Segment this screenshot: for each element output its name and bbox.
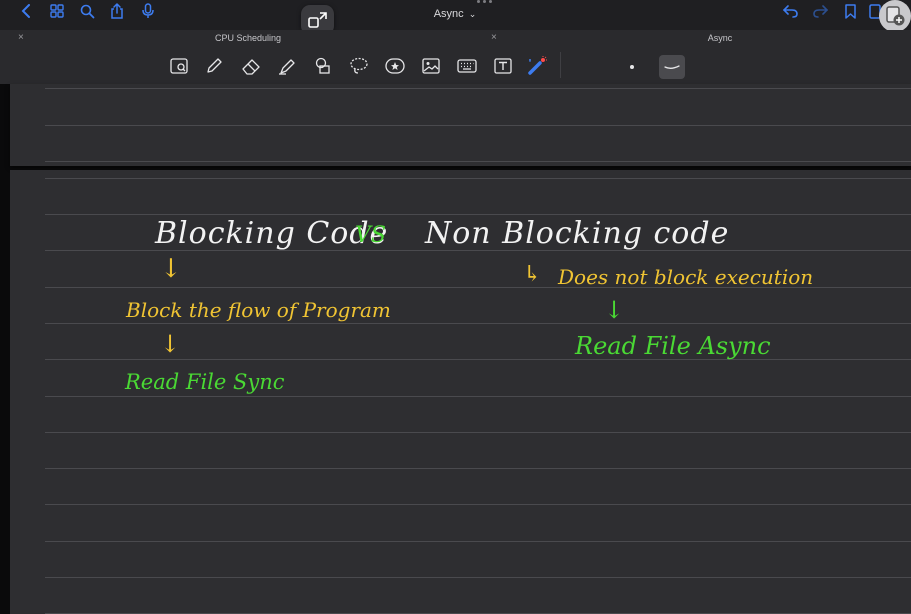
stroke-size-medium[interactable] xyxy=(659,55,685,79)
zoom-window-tool[interactable] xyxy=(168,55,190,77)
highlighter-tool[interactable] xyxy=(276,55,298,77)
text-tool[interactable] xyxy=(492,55,514,77)
laser-pointer-icon xyxy=(528,56,547,75)
ruled-line xyxy=(45,161,911,162)
drawing-toolbar xyxy=(0,46,911,84)
arrow-down-right: ↓ xyxy=(604,296,625,324)
ruled-line xyxy=(45,432,911,433)
add-collaborator-button[interactable] xyxy=(879,0,911,32)
ruled-line xyxy=(45,88,911,89)
tab-close-button[interactable]: × xyxy=(18,32,24,43)
zoom-window-icon xyxy=(170,58,188,74)
share-icon[interactable] xyxy=(108,0,126,22)
left-point-block-flow: Block the flow of Program xyxy=(126,298,391,322)
right-point-read-file-async: Read File Async xyxy=(575,332,771,360)
elements-tool[interactable] xyxy=(384,55,406,77)
tab-async[interactable]: × Async xyxy=(488,30,911,46)
tab-close-button[interactable]: × xyxy=(491,32,497,43)
grid-view-icon[interactable] xyxy=(48,0,66,22)
toolbar-divider xyxy=(560,52,561,78)
ruled-line xyxy=(45,504,911,505)
ruled-line xyxy=(45,125,911,126)
ruled-line xyxy=(45,178,911,179)
heading-blocking-code: Blocking Code xyxy=(155,216,389,251)
image-icon xyxy=(422,58,440,74)
tab-label: CPU Scheduling xyxy=(214,33,282,43)
document-title-text: Async xyxy=(433,8,464,20)
lasso-tool[interactable] xyxy=(348,55,370,77)
notebook-page[interactable]: Blocking Code VS Non Blocking code ↓ Blo… xyxy=(10,170,911,614)
left-point-read-file-sync: Read File Sync xyxy=(125,370,285,394)
bookmark-icon[interactable] xyxy=(842,0,858,22)
shapes-tool[interactable] xyxy=(312,55,334,77)
ruled-line xyxy=(45,323,911,324)
back-chevron-icon[interactable] xyxy=(18,0,34,22)
heading-non-blocking-code: Non Blocking code xyxy=(425,216,730,251)
tab-bar: × CPU Scheduling × Async xyxy=(0,30,911,46)
chevron-down-icon: ⌄ xyxy=(468,9,477,19)
keyboard-tool[interactable] xyxy=(456,55,478,77)
ruled-line xyxy=(45,541,911,542)
top-navigation-bar: Async ⌄ xyxy=(0,0,911,30)
pen-tool[interactable] xyxy=(203,55,225,77)
laser-pointer-tool[interactable] xyxy=(527,55,549,77)
right-point-not-block: Does not block execution xyxy=(558,265,814,289)
lasso-icon xyxy=(350,57,368,74)
redo-icon[interactable] xyxy=(811,0,829,22)
add-page-icon xyxy=(886,6,905,26)
arrow-hook-right: ↳ xyxy=(523,262,542,287)
ruled-line xyxy=(45,214,911,215)
heading-vs: VS xyxy=(355,223,386,248)
arrow-down-left-2: ↓ xyxy=(160,330,181,358)
tab-cpu-scheduling[interactable]: × CPU Scheduling xyxy=(0,30,488,46)
eraser-icon xyxy=(242,59,260,75)
stroke-preview-icon xyxy=(664,65,680,69)
undo-icon[interactable] xyxy=(781,0,799,22)
stroke-size-fine[interactable] xyxy=(619,55,645,79)
star-sticker-icon xyxy=(385,58,405,74)
keyboard-icon xyxy=(457,59,477,73)
ruled-line xyxy=(45,359,911,360)
tab-label: Async xyxy=(707,33,733,43)
eraser-tool[interactable] xyxy=(240,55,262,77)
text-box-icon xyxy=(494,58,512,74)
shapes-icon xyxy=(315,57,330,74)
document-title[interactable]: Async ⌄ xyxy=(434,8,477,20)
previous-page xyxy=(10,84,911,166)
ruled-line xyxy=(45,468,911,469)
arrow-down-left-1: ↓ xyxy=(160,254,182,284)
image-tool[interactable] xyxy=(420,55,442,77)
pen-icon xyxy=(207,58,222,73)
resize-icon xyxy=(307,12,327,28)
ruled-line xyxy=(45,396,911,397)
ruled-line xyxy=(45,577,911,578)
multitasking-grabber[interactable] xyxy=(477,0,492,3)
dot-icon xyxy=(630,65,634,69)
search-icon[interactable] xyxy=(78,0,96,22)
highlighter-icon xyxy=(279,59,295,75)
microphone-icon[interactable] xyxy=(139,0,157,22)
